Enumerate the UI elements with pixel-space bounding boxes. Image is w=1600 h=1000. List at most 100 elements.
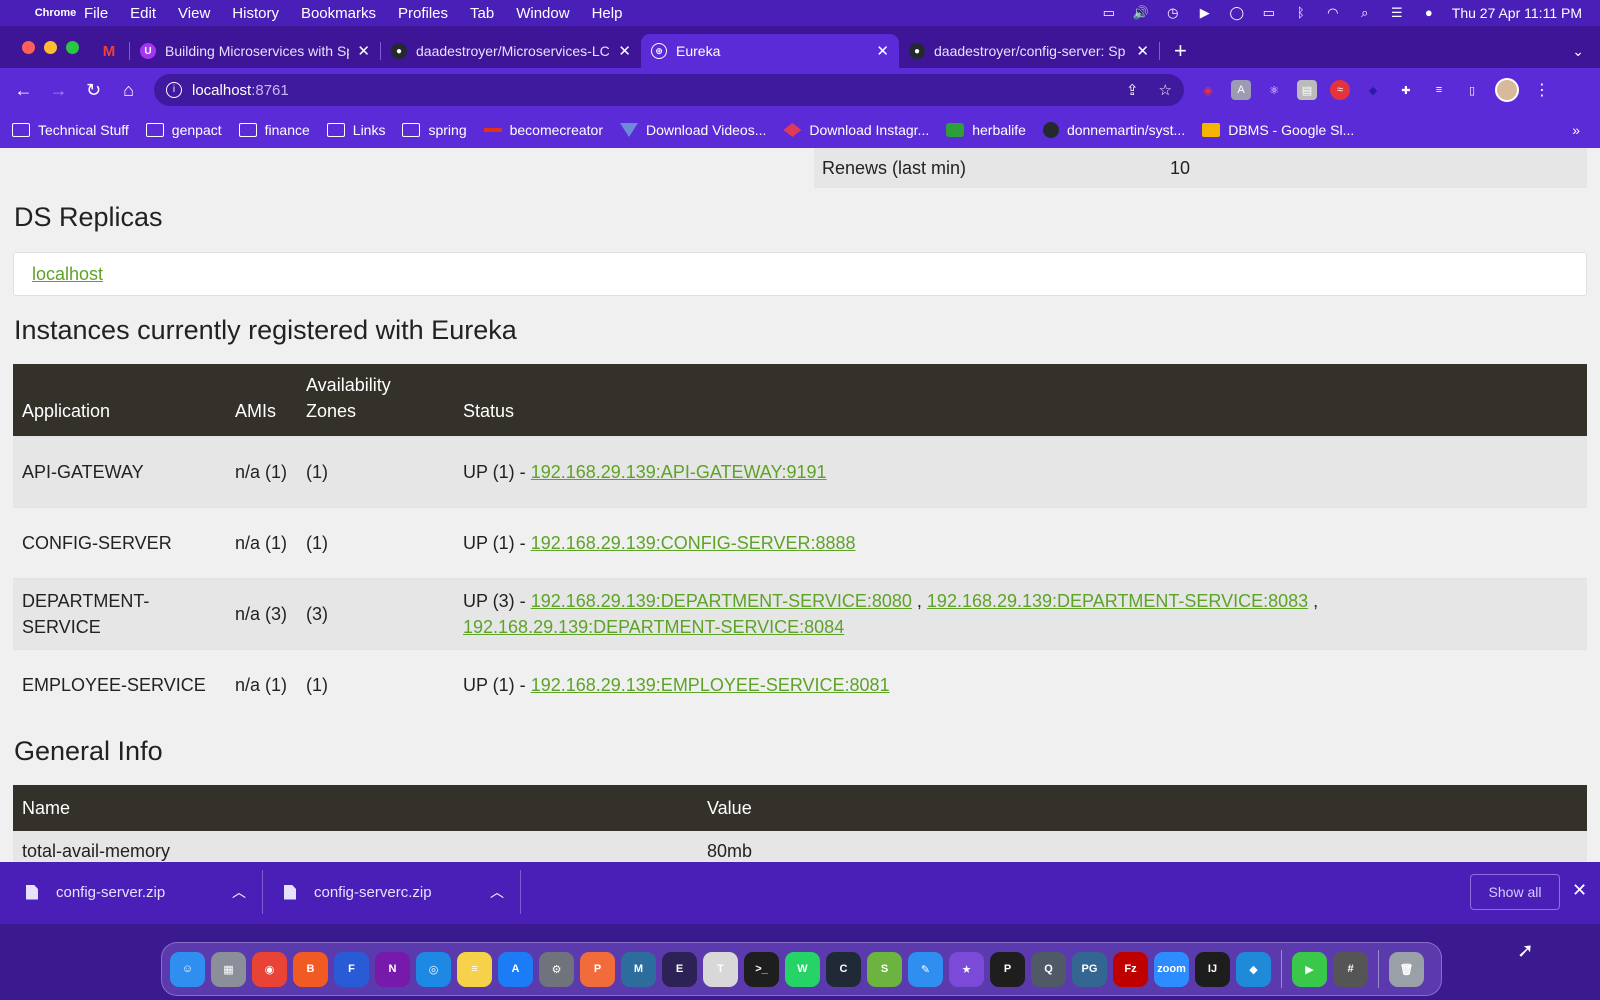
dock-eclipse-icon[interactable]: E: [662, 951, 697, 987]
menu-edit[interactable]: Edit: [119, 5, 167, 22]
dock-trash-icon[interactable]: 🗑: [1389, 951, 1424, 987]
bookmark-folder-spring[interactable]: spring: [402, 122, 467, 138]
tab-eureka[interactable]: ⊕ Eureka ✕: [641, 34, 899, 68]
instance-link[interactable]: 192.168.29.139:DEPARTMENT-SERVICE:8084: [463, 617, 844, 637]
dock-postman-icon[interactable]: P: [580, 951, 615, 987]
reload-icon[interactable]: ↻: [76, 80, 111, 101]
menu-history[interactable]: History: [221, 5, 290, 22]
bookmark-download-videos[interactable]: Download Videos...: [620, 122, 766, 138]
menu-bookmarks[interactable]: Bookmarks: [290, 5, 387, 22]
dock-textedit-icon[interactable]: T: [703, 951, 738, 987]
menu-tab[interactable]: Tab: [459, 5, 505, 22]
dock-pencil-app-icon[interactable]: ✎: [908, 951, 943, 987]
home-icon[interactable]: ⌂: [111, 80, 146, 101]
extension-diamond-icon[interactable]: ◆: [1363, 80, 1383, 100]
dock-firefox-icon[interactable]: F: [334, 951, 369, 987]
bookmark-becomecreator[interactable]: becomecreator: [483, 122, 603, 138]
new-tab-button[interactable]: +: [1160, 34, 1201, 68]
dock-facetime-icon[interactable]: ▶: [1292, 951, 1327, 987]
download-item[interactable]: config-server.zip ︿: [26, 862, 246, 922]
dock-imovie-icon[interactable]: ★: [949, 951, 984, 987]
menu-view[interactable]: View: [167, 5, 221, 22]
close-tab-icon[interactable]: ✕: [1136, 42, 1149, 60]
dock-notes-icon[interactable]: ≡: [457, 951, 492, 987]
chevron-up-icon[interactable]: ︿: [232, 882, 246, 902]
instance-link[interactable]: 192.168.29.139:DEPARTMENT-SERVICE:8083: [927, 591, 1308, 611]
close-window-button[interactable]: [22, 40, 35, 54]
chevron-up-icon[interactable]: ︿: [490, 882, 504, 902]
spotlight-search-icon[interactable]: ⌕: [1356, 6, 1374, 20]
back-arrow-icon[interactable]: ←: [6, 80, 41, 101]
bookmark-folder-technical-stuff[interactable]: Technical Stuff: [12, 122, 129, 138]
dock-intellij-icon[interactable]: IJ: [1195, 951, 1230, 987]
dock-terminal-icon[interactable]: >_: [744, 951, 779, 987]
dock-safari-icon[interactable]: ◎: [416, 951, 451, 987]
site-info-icon[interactable]: i: [166, 82, 182, 98]
forward-arrow-icon[interactable]: →: [41, 80, 76, 101]
dock-pycharm-icon[interactable]: P: [990, 951, 1025, 987]
menu-file[interactable]: File: [73, 5, 119, 22]
download-item[interactable]: config-serverc.zip ︿: [284, 862, 504, 922]
dock-whatsapp-icon[interactable]: W: [785, 951, 820, 987]
close-tab-icon[interactable]: ✕: [618, 42, 631, 60]
dock-mysql-workbench-icon[interactable]: M: [621, 951, 656, 987]
close-icon[interactable]: ✕: [1572, 880, 1587, 901]
address-bar[interactable]: i localhost :8761 ⇪ ☆: [154, 74, 1184, 106]
volume-icon[interactable]: 🔊: [1132, 6, 1150, 20]
dock-quicktime-icon[interactable]: Q: [1031, 951, 1066, 987]
dock-app-store-icon[interactable]: A: [498, 951, 533, 987]
side-panel-icon[interactable]: ▯: [1462, 80, 1482, 100]
close-tab-icon[interactable]: ✕: [876, 42, 889, 60]
dock-system-preferences-icon[interactable]: ⚙: [539, 951, 574, 987]
control-center-icon[interactable]: ☰: [1388, 6, 1406, 20]
dock-vscode-icon[interactable]: ◆: [1236, 951, 1271, 987]
siri-icon[interactable]: ●: [1420, 6, 1438, 20]
bluetooth-icon[interactable]: ᛒ: [1292, 6, 1310, 20]
time-machine-icon[interactable]: ◷: [1164, 6, 1182, 20]
media-queue-icon[interactable]: ≡: [1429, 80, 1449, 100]
replica-link[interactable]: localhost: [32, 264, 103, 285]
extension-printer-icon[interactable]: ▤: [1297, 80, 1317, 100]
dock-chrome-icon[interactable]: ◉: [252, 951, 287, 987]
share-icon[interactable]: ⇪: [1126, 81, 1139, 99]
bookmark-donnemartin[interactable]: donnemartin/syst...: [1042, 122, 1185, 138]
profile-avatar[interactable]: [1495, 78, 1519, 102]
dock-onenote-icon[interactable]: N: [375, 951, 410, 987]
tab-search-chevron-icon[interactable]: ⌄: [1556, 34, 1600, 68]
extensions-puzzle-icon[interactable]: ✚: [1396, 80, 1416, 100]
chrome-menu-icon[interactable]: ⋮: [1532, 80, 1552, 100]
bookmark-download-instagram[interactable]: Download Instagr...: [783, 122, 929, 138]
close-tab-icon[interactable]: ✕: [357, 42, 370, 60]
menu-window[interactable]: Window: [505, 5, 580, 22]
bookmark-folder-finance[interactable]: finance: [238, 122, 310, 138]
tab-udemy-course[interactable]: U Building Microservices with Sp ✕: [130, 34, 380, 68]
dock-spring-tool-suite-icon[interactable]: S: [867, 951, 902, 987]
bookmark-dbms-slides[interactable]: DBMS - Google Sl...: [1202, 122, 1354, 138]
dock-filezilla-icon[interactable]: Fz: [1113, 951, 1148, 987]
extension-eye-icon[interactable]: ◉: [1198, 80, 1218, 100]
menu-profiles[interactable]: Profiles: [387, 5, 459, 22]
dock-launchpad-icon[interactable]: ▦: [211, 951, 246, 987]
instance-link[interactable]: 192.168.29.139:CONFIG-SERVER:8888: [531, 533, 856, 553]
instance-link[interactable]: 192.168.29.139:EMPLOYEE-SERVICE:8081: [531, 675, 890, 695]
more-bookmarks-chevron-icon[interactable]: »: [1572, 122, 1600, 138]
wifi-icon[interactable]: ◠: [1324, 6, 1342, 20]
minimize-window-button[interactable]: [44, 40, 57, 54]
instance-link[interactable]: 192.168.29.139:API-GATEWAY:9191: [531, 462, 827, 482]
tab-github-config-server[interactable]: ● daadestroyer/config-server: Sp ✕: [899, 34, 1159, 68]
dock-calculator-icon[interactable]: #: [1333, 951, 1368, 987]
menu-clock[interactable]: Thu 27 Apr 11:11 PM: [1452, 5, 1582, 21]
dock-finder-icon[interactable]: ☺: [170, 951, 205, 987]
instance-link[interactable]: 192.168.29.139:DEPARTMENT-SERVICE:8080: [531, 591, 912, 611]
bookmark-folder-links[interactable]: Links: [326, 122, 385, 138]
menu-help[interactable]: Help: [581, 5, 634, 22]
bookmark-herbalife[interactable]: herbalife: [946, 122, 1026, 138]
extension-red-icon[interactable]: ≈: [1330, 80, 1350, 100]
show-all-downloads-button[interactable]: Show all: [1470, 874, 1560, 910]
bookmark-star-icon[interactable]: ☆: [1159, 81, 1172, 99]
screen-mirror-icon[interactable]: ▭: [1100, 6, 1118, 20]
user-account-icon[interactable]: ◯: [1228, 6, 1246, 20]
media-play-icon[interactable]: ▶: [1196, 6, 1214, 20]
battery-icon[interactable]: ▭: [1260, 6, 1278, 20]
zoom-window-button[interactable]: [66, 40, 79, 54]
